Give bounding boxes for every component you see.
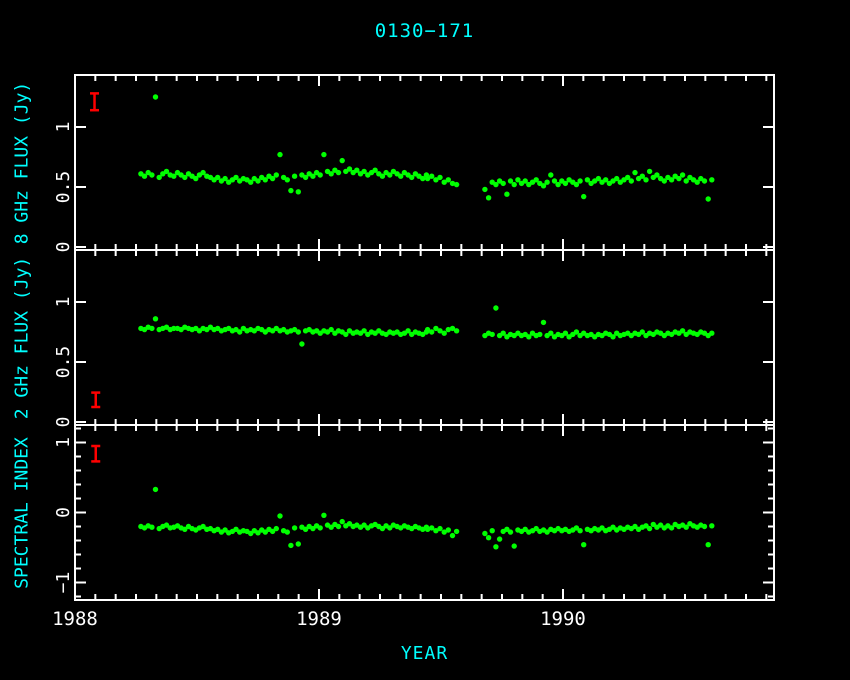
x-axis-title: YEAR	[75, 643, 774, 664]
y-tick-label: 0.5	[53, 171, 74, 204]
y-tick-label: 1	[53, 437, 74, 448]
panel-data-points	[138, 305, 714, 346]
panel-flux2: 00.51	[53, 250, 774, 427]
errorbar-indicator-icon	[91, 446, 100, 461]
x-tick-labels: 1988 1989 1990	[52, 608, 586, 630]
y-tick-label: 0	[53, 507, 74, 518]
panel-flux8: 00.51	[53, 75, 774, 252]
panel-spindex: −1 0 1	[53, 425, 774, 600]
y-tick-label: 1	[53, 297, 74, 308]
y-tick-label: −1	[53, 572, 74, 594]
y-tick-label: 0	[53, 242, 74, 253]
panel-ticks	[75, 250, 774, 425]
panel-border	[75, 250, 774, 425]
y-tick-label: 0	[53, 417, 74, 428]
x-tick-label: 1989	[296, 608, 342, 630]
plot-canvas: 00.5100.51−101198819891990	[0, 0, 850, 680]
errorbar-indicator-icon	[91, 393, 100, 407]
panel-border	[75, 75, 774, 250]
x-tick-label: 1990	[540, 608, 586, 630]
plot-window: 0130−171 8 GHz FLUX (Jy) 2 GHz FLUX (Jy)…	[0, 0, 850, 680]
errorbar-indicator-icon	[90, 93, 99, 110]
panel-data-points	[138, 487, 714, 550]
panel-ticks	[75, 75, 774, 250]
x-tick-label: 1988	[52, 608, 98, 630]
y-tick-label: 1	[53, 122, 74, 133]
y-tick-label: 0.5	[53, 346, 74, 379]
panel-data-points	[138, 94, 714, 201]
panel-ticks	[75, 425, 774, 600]
panel-border	[75, 425, 774, 600]
